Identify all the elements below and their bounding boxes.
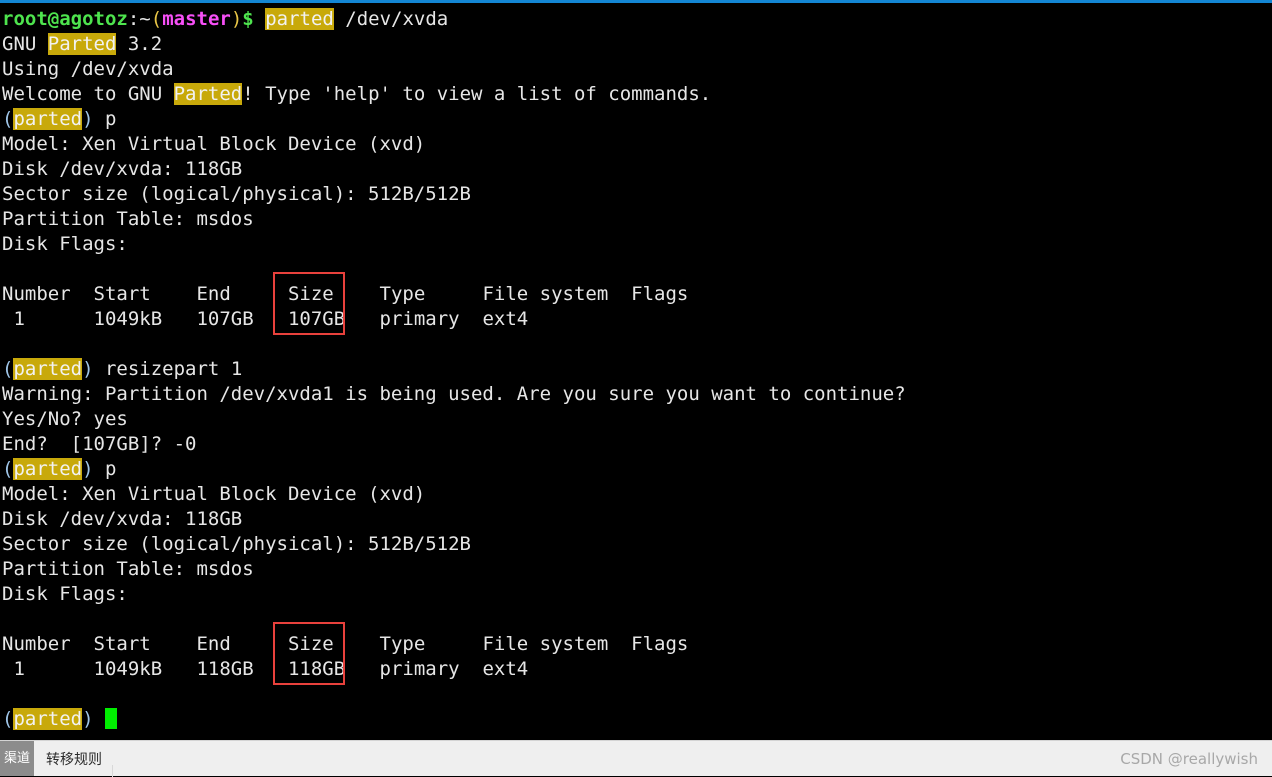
table-header-pre: Number Start End: [2, 633, 288, 655]
terminal-line-disk-flags: Disk Flags:: [2, 583, 128, 605]
version-suffix: 3.2: [116, 33, 163, 55]
terminal-line-partition-table: Partition Table: msdos: [2, 208, 254, 230]
taskbar-spacer: [113, 741, 1120, 776]
terminal-line-partition-table: Partition Table: msdos: [2, 558, 254, 580]
screen: root@agotoz:~(master)$ parted /dev/xvda …: [0, 0, 1272, 777]
partition-table-2-row: 1 1049kB 118GB 118GB primary ext4: [2, 657, 1272, 682]
table-header-post: Type File system Flags: [333, 633, 689, 655]
parted-highlight: Parted: [47, 33, 117, 55]
terminal-line-using-device: Using /dev/xvda: [2, 58, 174, 80]
parted-paren-close: ): [82, 458, 94, 480]
command-parted-highlight: parted: [265, 8, 334, 30]
text-cursor: [105, 708, 117, 729]
terminal-line-sector-size: Sector size (logical/physical): 512B/512…: [2, 533, 471, 555]
terminal-line-welcome: Welcome to GNU Parted! Type 'help' to vi…: [2, 82, 1272, 107]
watermark-text: CSDN @reallywish: [1120, 749, 1258, 768]
table-header-pre: Number Start End: [2, 283, 288, 305]
prompt-path: :~: [127, 8, 151, 30]
parted-highlight: parted: [13, 458, 83, 480]
terminal-line-disk-flags: Disk Flags:: [2, 233, 128, 255]
prompt-branch-paren-close: ): [230, 8, 243, 30]
terminal-line-prompt-command: root@agotoz:~(master)$ parted /dev/xvda: [2, 7, 1272, 32]
terminal-line-model: Model: Xen Virtual Block Device (xvd): [2, 483, 426, 505]
table-header-post: Type File system Flags: [333, 283, 689, 305]
parted-paren-open: (: [2, 458, 14, 480]
terminal-line-disk-size: Disk /dev/xvda: 118GB: [2, 508, 243, 530]
terminal-line-parted-prompt-p: (parted) p: [2, 107, 1272, 132]
parted-paren-open: (: [2, 108, 14, 130]
gnu-prefix: GNU: [2, 33, 48, 55]
terminal-line-sector-size: Sector size (logical/physical): 512B/512…: [2, 183, 471, 205]
welcome-suffix: ! Type 'help' to view a list of commands…: [242, 83, 712, 105]
parted-paren-close: ): [82, 108, 94, 130]
terminal-line-model: Model: Xen Virtual Block Device (xvd): [2, 133, 426, 155]
taskbar-item-label: 转移规则: [46, 751, 103, 768]
resizepart-subcommand: resizepart 1: [93, 358, 243, 380]
parted-subcommand-p: p: [93, 458, 117, 480]
prompt-dollar-sign: $: [242, 8, 254, 30]
parted-highlight: Parted: [173, 83, 243, 105]
table-row-post: primary ext4: [345, 658, 529, 680]
terminal-line-disk-size: Disk /dev/xvda: 118GB: [2, 158, 243, 180]
parted-highlight: parted: [13, 708, 83, 730]
terminal-line-resizepart-command: (parted) resizepart 1: [2, 357, 1272, 382]
taskbar-item-transfer-rules[interactable]: 渠道 转移规则: [0, 741, 112, 776]
terminal-line-parted-prompt-p-second: (parted) p: [2, 457, 1272, 482]
parted-highlight: parted: [13, 108, 83, 130]
parted-paren-open: (: [2, 708, 14, 730]
table-row-size-value: 118GB: [287, 658, 346, 680]
table-row-pre: 1 1049kB 107GB: [2, 308, 288, 330]
prompt-branch-paren-open: (: [150, 8, 163, 30]
welcome-prefix: Welcome to GNU: [2, 83, 174, 105]
prompt-trailing-space: [94, 708, 105, 730]
table-header-size: Size: [287, 283, 334, 305]
table-row-pre: 1 1049kB 118GB: [2, 658, 288, 680]
partition-table-2-header: Number Start End Size Type File system F…: [2, 632, 1272, 657]
parted-subcommand-p: p: [93, 108, 117, 130]
partition-table-1-header: Number Start End Size Type File system F…: [2, 282, 1272, 307]
terminal-line-active-prompt[interactable]: (parted): [2, 707, 1272, 732]
prompt-git-branch: master: [162, 8, 231, 30]
parted-paren-close: ): [82, 708, 94, 730]
terminal-line-gnu-parted-version: GNU Parted 3.2: [2, 32, 1272, 57]
table-row-size-value: 107GB: [287, 308, 346, 330]
command-arguments: /dev/xvda: [333, 8, 449, 30]
table-row-post: primary ext4: [345, 308, 529, 330]
taskbar-badge-channel: 渠道: [0, 741, 35, 776]
table-header-size: Size: [287, 633, 334, 655]
parted-highlight: parted: [13, 358, 83, 380]
parted-paren-open: (: [2, 358, 14, 380]
terminal-line-end-prompt: End? [107GB]? -0: [2, 433, 197, 455]
terminal-line-warning: Warning: Partition /dev/xvda1 is being u…: [2, 383, 906, 405]
terminal-line-yesno-answer: Yes/No? yes: [2, 408, 128, 430]
prompt-user-host: root@agotoz: [2, 8, 128, 30]
partition-table-1-row: 1 1049kB 107GB 107GB primary ext4: [2, 307, 1272, 332]
parted-paren-close: ): [82, 358, 94, 380]
taskbar: 渠道 转移规则 CSDN @reallywish: [0, 740, 1272, 777]
terminal-output-area[interactable]: root@agotoz:~(master)$ parted /dev/xvda …: [0, 3, 1272, 740]
